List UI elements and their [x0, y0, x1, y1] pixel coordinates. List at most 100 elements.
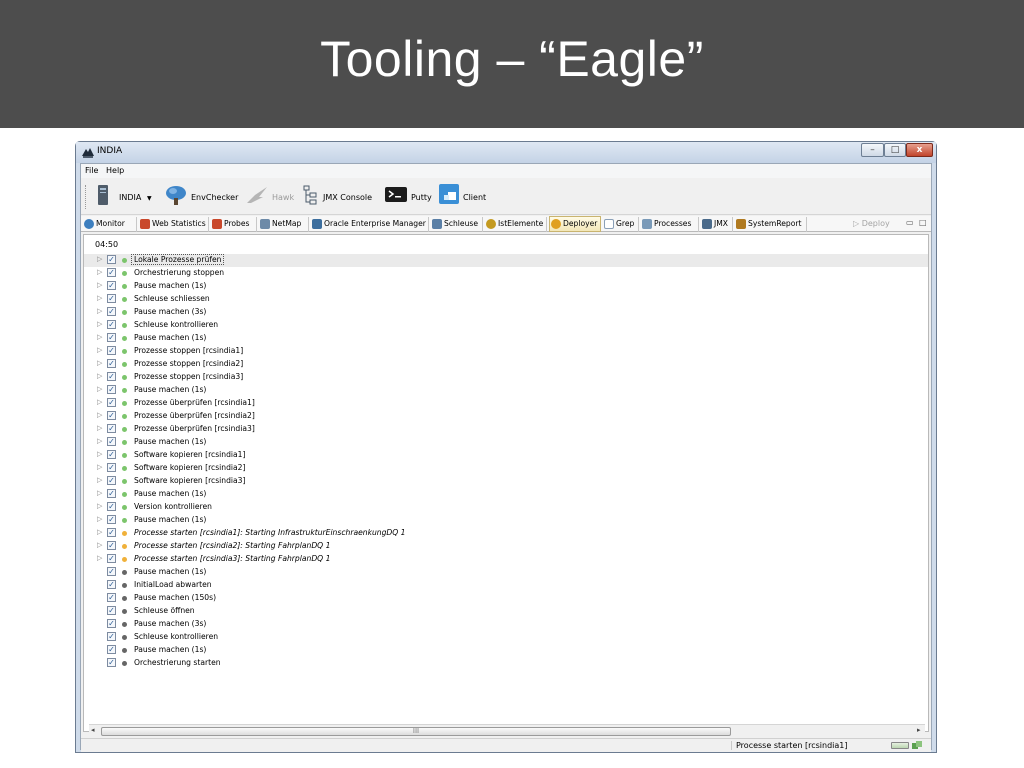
step-checkbox[interactable]: ✓ — [107, 567, 116, 576]
expand-arrow-icon[interactable]: ▷ — [97, 268, 102, 276]
tab-processes[interactable]: Processes — [641, 217, 699, 232]
step-checkbox[interactable]: ✓ — [107, 385, 116, 394]
expand-arrow-icon[interactable]: ▷ — [97, 346, 102, 354]
view-minimize-button[interactable]: ▭ — [906, 218, 914, 227]
step-checkbox[interactable]: ✓ — [107, 281, 116, 290]
expand-arrow-icon[interactable]: ▷ — [97, 502, 102, 510]
step-row[interactable]: ▷ ✓ Prozesse stoppen [rcsindia3] — [84, 371, 928, 384]
step-checkbox[interactable]: ✓ — [107, 359, 116, 368]
step-checkbox[interactable]: ✓ — [107, 255, 116, 264]
step-checkbox[interactable]: ✓ — [107, 411, 116, 420]
tab-deployer[interactable]: Deployer — [549, 216, 601, 232]
client-button[interactable]: Client — [439, 184, 486, 208]
scroll-right-arrow-icon[interactable]: ▸ — [917, 726, 921, 734]
putty-button[interactable]: Putty — [385, 187, 432, 208]
tab-systemreport[interactable]: SystemReport — [735, 217, 807, 232]
step-checkbox[interactable]: ✓ — [107, 346, 116, 355]
step-checkbox[interactable]: ✓ — [107, 424, 116, 433]
step-row[interactable]: ▷ ✓ Software kopieren [rcsindia2] — [84, 462, 928, 475]
step-row[interactable]: ✓ InitialLoad abwarten — [84, 579, 928, 592]
step-row[interactable]: ▷ ✓ Prozesse stoppen [rcsindia1] — [84, 345, 928, 358]
step-checkbox[interactable]: ✓ — [107, 541, 116, 550]
step-row[interactable]: ▷ ✓ Software kopieren [rcsindia3] — [84, 475, 928, 488]
step-row[interactable]: ▷ ✓ Version kontrollieren — [84, 501, 928, 514]
expand-arrow-icon[interactable]: ▷ — [97, 398, 102, 406]
step-checkbox[interactable]: ✓ — [107, 489, 116, 498]
deploy-button[interactable]: ▷ Deploy — [853, 219, 890, 228]
step-checkbox[interactable]: ✓ — [107, 294, 116, 303]
hawk-button[interactable]: Hawk — [245, 187, 297, 208]
tab-netmap[interactable]: NetMap — [259, 217, 309, 232]
expand-arrow-icon[interactable]: ▷ — [97, 541, 102, 549]
step-row[interactable]: ▷ ✓ Pause machen (1s) — [84, 436, 928, 449]
tab-schleuse[interactable]: Schleuse — [431, 217, 483, 232]
step-checkbox[interactable]: ✓ — [107, 593, 116, 602]
step-row[interactable]: ▷ ✓ Prozesse stoppen [rcsindia2] — [84, 358, 928, 371]
scroll-left-arrow-icon[interactable]: ◂ — [91, 726, 95, 734]
step-checkbox[interactable]: ✓ — [107, 398, 116, 407]
step-row[interactable]: ▷ ✓ Pause machen (1s) — [84, 384, 928, 397]
expand-arrow-icon[interactable]: ▷ — [97, 255, 102, 263]
expand-arrow-icon[interactable]: ▷ — [97, 554, 102, 562]
step-checkbox[interactable]: ✓ — [107, 333, 116, 342]
step-row[interactable]: ✓ Pause machen (1s) — [84, 644, 928, 657]
step-row[interactable]: ▷ ✓ Schleuse kontrollieren — [84, 319, 928, 332]
step-row[interactable]: ▷ ✓ Processe starten [rcsindia3]: Starting… — [84, 553, 928, 566]
step-row[interactable]: ▷ ✓ Lokale Prozesse prüfen — [84, 254, 928, 267]
step-row[interactable]: ▷ ✓ Orchestrierung stoppen — [84, 267, 928, 280]
step-row[interactable]: ▷ ✓ Pause machen (1s) — [84, 332, 928, 345]
expand-arrow-icon[interactable]: ▷ — [97, 528, 102, 536]
step-row[interactable]: ▷ ✓ Processe starten [rcsindia1]: Starting… — [84, 527, 928, 540]
step-checkbox[interactable]: ✓ — [107, 619, 116, 628]
expand-arrow-icon[interactable]: ▷ — [97, 372, 102, 380]
step-row[interactable]: ✓ Schleuse kontrollieren — [84, 631, 928, 644]
expand-arrow-icon[interactable]: ▷ — [97, 450, 102, 458]
close-button[interactable]: x — [906, 143, 933, 157]
step-row[interactable]: ▷ ✓ Software kopieren [rcsindia1] — [84, 449, 928, 462]
expand-arrow-icon[interactable]: ▷ — [97, 294, 102, 302]
expand-arrow-icon[interactable]: ▷ — [97, 437, 102, 445]
toolbar-grip[interactable] — [85, 185, 88, 209]
step-row[interactable]: ✓ Pause machen (150s) — [84, 592, 928, 605]
step-row[interactable]: ✓ Schleuse öffnen — [84, 605, 928, 618]
step-row[interactable]: ▷ ✓ Processe starten [rcsindia2]: Starting… — [84, 540, 928, 553]
step-row[interactable]: ✓ Pause machen (3s) — [84, 618, 928, 631]
expand-arrow-icon[interactable]: ▷ — [97, 424, 102, 432]
step-row[interactable]: ▷ ✓ Pause machen (1s) — [84, 280, 928, 293]
expand-arrow-icon[interactable]: ▷ — [97, 385, 102, 393]
window-titlebar[interactable]: INDIA – □ x — [76, 142, 936, 163]
tab-grep[interactable]: Grep — [603, 217, 639, 232]
expand-arrow-icon[interactable]: ▷ — [97, 463, 102, 471]
expand-arrow-icon[interactable]: ▷ — [97, 411, 102, 419]
step-checkbox[interactable]: ✓ — [107, 450, 116, 459]
step-row[interactable]: ▷ ✓ Prozesse überprüfen [rcsindia3] — [84, 423, 928, 436]
step-row[interactable]: ✓ Orchestrierung starten — [84, 657, 928, 670]
expand-arrow-icon[interactable]: ▷ — [97, 359, 102, 367]
envchecker-button[interactable]: EnvChecker — [165, 186, 239, 208]
maximize-button[interactable]: □ — [884, 143, 906, 157]
expand-arrow-icon[interactable]: ▷ — [97, 281, 102, 289]
step-checkbox[interactable]: ✓ — [107, 528, 116, 537]
tab-probes[interactable]: Probes — [211, 217, 257, 232]
expand-arrow-icon[interactable]: ▷ — [97, 307, 102, 315]
step-checkbox[interactable]: ✓ — [107, 502, 116, 511]
tab-jmx[interactable]: JMX — [701, 217, 733, 232]
expand-arrow-icon[interactable]: ▷ — [97, 476, 102, 484]
step-row[interactable]: ▷ ✓ Pause machen (3s) — [84, 306, 928, 319]
step-checkbox[interactable]: ✓ — [107, 463, 116, 472]
view-maximize-button[interactable]: □ — [919, 218, 927, 227]
tab-monitor[interactable]: Monitor — [83, 217, 137, 232]
tab-istelemente[interactable]: IstElemente — [485, 217, 547, 232]
menu-file[interactable]: File — [85, 166, 98, 175]
tab-oracle-enterprise-manager[interactable]: Oracle Enterprise Manager — [311, 217, 429, 232]
step-checkbox[interactable]: ✓ — [107, 476, 116, 485]
menu-help[interactable]: Help — [106, 166, 124, 175]
step-checkbox[interactable]: ✓ — [107, 632, 116, 641]
step-checkbox[interactable]: ✓ — [107, 372, 116, 381]
expand-arrow-icon[interactable]: ▷ — [97, 333, 102, 341]
tab-web-statistics[interactable]: Web Statistics — [139, 217, 209, 232]
step-row[interactable]: ▷ ✓ Prozesse überprüfen [rcsindia1] — [84, 397, 928, 410]
expand-arrow-icon[interactable]: ▷ — [97, 320, 102, 328]
step-checkbox[interactable]: ✓ — [107, 606, 116, 615]
step-checkbox[interactable]: ✓ — [107, 645, 116, 654]
